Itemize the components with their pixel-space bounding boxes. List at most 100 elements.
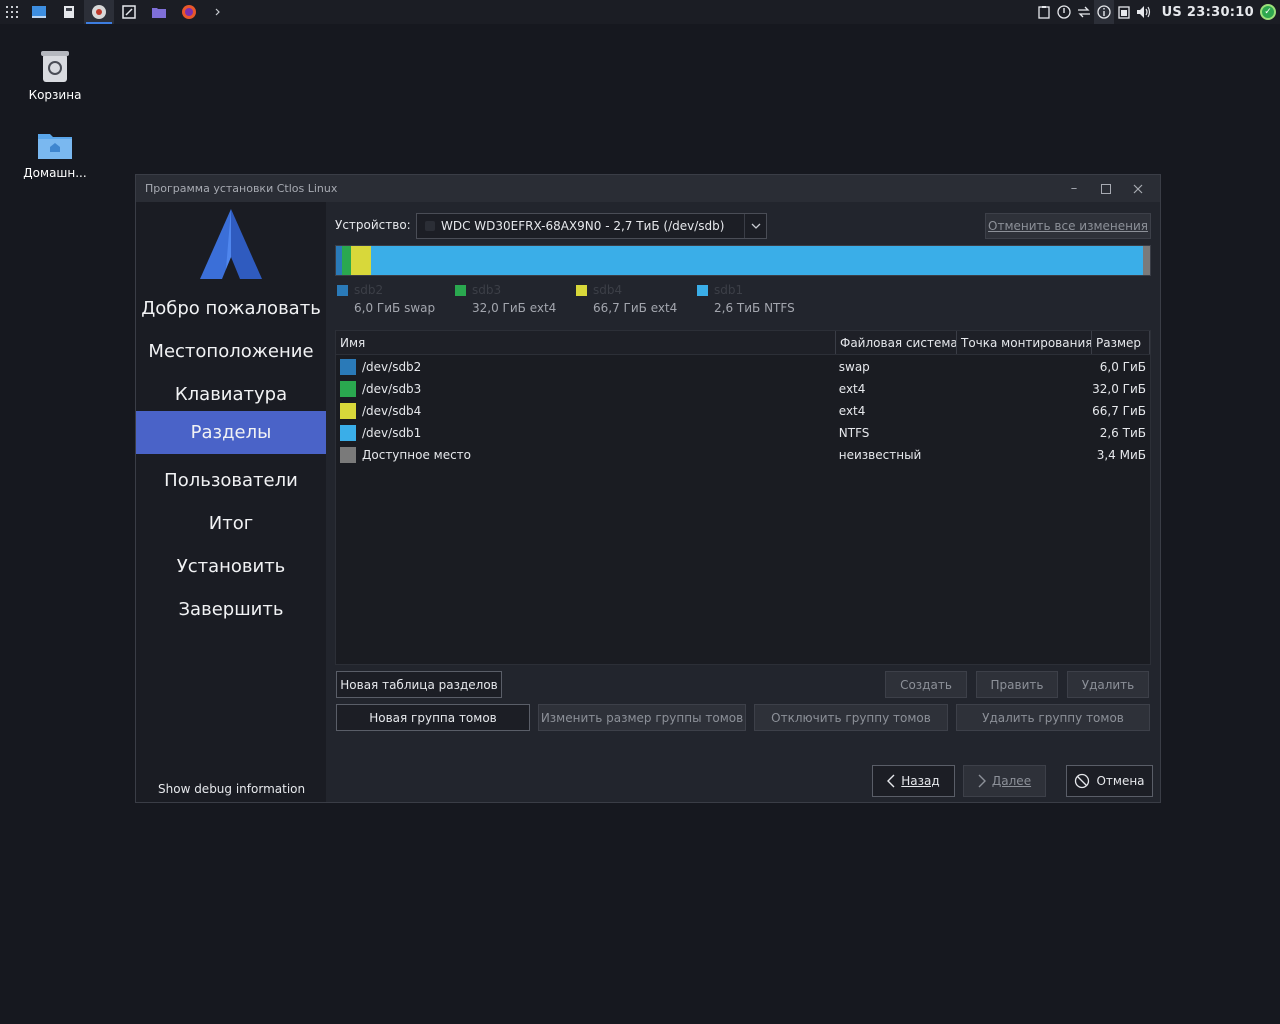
text-editor-icon[interactable] <box>114 0 144 24</box>
clipboard-icon[interactable] <box>1034 0 1054 24</box>
partition-name: /dev/sdb2 <box>362 360 422 374</box>
partition-name: /dev/sdb1 <box>362 426 422 440</box>
revert-all-button[interactable]: Отменить все изменения <box>985 213 1151 239</box>
show-desktop-icon[interactable] <box>24 0 54 24</box>
table-row[interactable]: /dev/sdb2 swap 6,0 ГиБ <box>336 356 1150 378</box>
top-panel: US 23:30:10 ✓ <box>0 0 1280 24</box>
window-controls: – <box>1058 175 1154 202</box>
steps-sidebar: Добро пожаловать Местоположение Клавиату… <box>136 202 326 802</box>
new-volume-group-button[interactable]: Новая группа томов <box>336 704 530 731</box>
debug-info-button[interactable]: Show debug information <box>158 782 305 796</box>
legend-name: sdb3 <box>472 283 502 297</box>
ctlos-logo-icon <box>200 209 262 279</box>
network-icon[interactable] <box>1074 0 1094 24</box>
bar-segment-sdb1 <box>371 246 1143 275</box>
table-row[interactable]: /dev/sdb3 ext4 32,0 ГиБ <box>336 378 1150 400</box>
column-header-size[interactable]: Размер <box>1092 331 1150 354</box>
sidebar-item-keyboard: Клавиатура <box>174 384 288 405</box>
partition-size: 66,7 ГиБ <box>1092 404 1146 418</box>
apps-grid-icon[interactable] <box>0 0 24 24</box>
updates-icon[interactable] <box>1054 0 1074 24</box>
table-row[interactable]: /dev/sdb1 NTFS 2,6 ТиБ <box>336 422 1150 444</box>
volume-icon[interactable] <box>1134 0 1154 24</box>
sidebar-item-welcome: Добро пожаловать <box>141 298 321 319</box>
legend-swatch <box>455 285 466 296</box>
window-titlebar[interactable]: Программа установки Ctlos Linux – <box>136 175 1160 202</box>
launcher-bar <box>0 0 234 24</box>
back-button[interactable]: Назад <box>872 765 955 797</box>
back-label: Назад <box>901 774 940 788</box>
desktop-icon-home[interactable]: Домашн... <box>5 128 105 180</box>
system-ok-icon[interactable]: ✓ <box>1260 4 1276 20</box>
device-label: Устройство: <box>335 218 411 232</box>
remove-volume-group-button[interactable]: Удалить группу томов <box>956 704 1150 731</box>
partition-fs: неизвестный <box>838 448 922 462</box>
terminal-icon[interactable] <box>204 0 234 24</box>
legend-swatch <box>576 285 587 296</box>
maximize-icon[interactable] <box>1090 175 1122 202</box>
device-row: Устройство: WDC WD30EFRX-68AX9N0 - 2,7 Т… <box>335 213 1151 239</box>
partition-name: /dev/sdb4 <box>362 404 422 418</box>
firefox-icon[interactable] <box>174 0 204 24</box>
legend-name: sdb4 <box>593 283 623 297</box>
chevron-down-icon[interactable] <box>744 214 766 238</box>
legend-info: 32,0 ГиБ ext4 <box>472 301 557 315</box>
desktop-icon-label: Корзина <box>28 88 82 102</box>
chevron-right-icon <box>978 774 986 788</box>
partition-color-swatch <box>340 381 356 397</box>
column-header-mountpoint[interactable]: Точка монтирования <box>957 331 1092 354</box>
partition-size: 6,0 ГиБ <box>1099 360 1146 374</box>
desktop-icon-trash[interactable]: Корзина <box>5 48 105 102</box>
revert-all-label: Отменить все изменения <box>988 219 1148 233</box>
info-icon[interactable] <box>1093 0 1114 24</box>
bar-segment-sdb4 <box>351 246 371 275</box>
partition-name: /dev/sdb3 <box>362 382 422 396</box>
cancel-button[interactable]: Отмена <box>1066 765 1153 797</box>
cancel-icon <box>1075 773 1090 789</box>
partition-fs: ext4 <box>838 382 866 396</box>
sidebar-item-users: Пользователи <box>164 470 298 491</box>
legend-swatch <box>337 285 348 296</box>
close-icon[interactable] <box>1122 175 1154 202</box>
partition-size: 32,0 ГиБ <box>1092 382 1146 396</box>
resize-volume-group-button[interactable]: Изменить размер группы томов <box>538 704 746 731</box>
partition-color-swatch <box>340 403 356 419</box>
file-manager-icon[interactable] <box>54 0 84 24</box>
sidebar-item-install: Установить <box>176 556 286 577</box>
table-body: /dev/sdb2 swap 6,0 ГиБ /dev/sdb3 ext4 32… <box>336 355 1150 466</box>
battery-icon[interactable] <box>1114 0 1134 24</box>
partition-color-swatch <box>340 447 356 463</box>
partition-color-swatch <box>340 359 356 375</box>
column-header-filesystem[interactable]: Файловая система <box>836 331 957 354</box>
clock[interactable]: US 23:30:10 <box>1154 5 1260 20</box>
partition-color-swatch <box>340 425 356 441</box>
desktop-icon-label: Домашн... <box>23 166 87 180</box>
home-folder-icon <box>38 134 72 159</box>
partition-usage-bar <box>335 245 1151 276</box>
table-row[interactable]: /dev/sdb4 ext4 66,7 ГиБ <box>336 400 1150 422</box>
sidebar-item-finish: Завершить <box>178 599 284 620</box>
trash-icon <box>41 51 69 82</box>
next-button[interactable]: Далее <box>963 765 1046 797</box>
delete-partition-button[interactable]: Удалить <box>1067 671 1149 698</box>
column-header-name[interactable]: Имя <box>336 331 836 354</box>
deactivate-volume-group-button[interactable]: Отключить группу томов <box>754 704 948 731</box>
table-row[interactable]: Доступное место неизвестный 3,4 МиБ <box>336 444 1150 466</box>
minimize-icon[interactable]: – <box>1058 175 1090 202</box>
window-title: Программа установки Ctlos Linux <box>145 182 338 195</box>
system-tray: US 23:30:10 ✓ <box>1034 0 1280 24</box>
partition-fs: ext4 <box>838 404 866 418</box>
legend-info: 6,0 ГиБ swap <box>354 301 436 315</box>
new-partition-table-button[interactable]: Новая таблица разделов <box>336 671 502 698</box>
partition-name: Доступное место <box>362 448 472 462</box>
folder-icon[interactable] <box>144 0 174 24</box>
edit-partition-button[interactable]: Править <box>976 671 1058 698</box>
device-select[interactable]: WDC WD30EFRX-68AX9N0 - 2,7 ТиБ (/dev/sdb… <box>416 213 767 239</box>
device-select-value: WDC WD30EFRX-68AX9N0 - 2,7 ТиБ (/dev/sdb… <box>441 219 725 233</box>
partitions-table: Имя Файловая система Точка монтирования … <box>335 330 1151 665</box>
disk-icon <box>425 221 435 231</box>
create-partition-button[interactable]: Создать <box>885 671 967 698</box>
bar-segment-sdb3 <box>342 246 351 275</box>
table-header: Имя Файловая система Точка монтирования … <box>336 331 1150 355</box>
installer-taskbar-icon[interactable] <box>84 0 114 24</box>
